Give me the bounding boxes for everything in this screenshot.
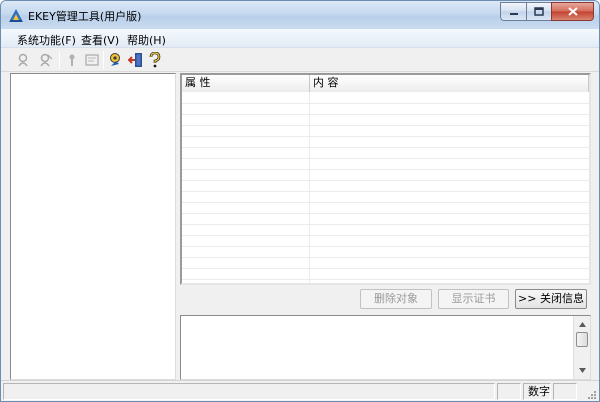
- arrow-down-icon: [578, 367, 586, 373]
- row-gridline: [182, 147, 589, 148]
- scroll-thumb[interactable]: [576, 332, 588, 347]
- status-bar: 数字: [1, 380, 599, 401]
- status-pane-extra: [553, 383, 577, 400]
- row-gridline: [182, 246, 589, 247]
- row-gridline: [182, 257, 589, 258]
- toolbar-separator: [103, 51, 104, 69]
- toolbar-help-button[interactable]: [146, 51, 164, 69]
- row-gridline: [182, 180, 589, 181]
- toolbar-key-user-remove-button[interactable]: [37, 51, 55, 69]
- scroll-up-button[interactable]: [574, 317, 590, 331]
- close-icon: [567, 7, 578, 16]
- toolbar-certificate-button[interactable]: [83, 51, 101, 69]
- row-gridline: [182, 213, 589, 214]
- action-bar: 删除对象 显示证书 >> 关闭信息: [180, 286, 591, 313]
- menu-system-functions[interactable]: 系统功能(F): [17, 32, 76, 48]
- key-user-remove-icon: [40, 53, 53, 67]
- toolbar-exit-button[interactable]: [127, 51, 145, 69]
- delete-object-button[interactable]: 删除对象: [360, 289, 432, 309]
- row-gridline: [182, 136, 589, 137]
- info-text-panel[interactable]: [180, 315, 591, 380]
- row-gridline: [182, 103, 589, 104]
- row-gridline: [182, 191, 589, 192]
- pin-icon: [69, 54, 75, 66]
- toolbar-separator: [59, 51, 60, 69]
- window-title: EKEY管理工具(用户版): [28, 10, 142, 23]
- device-tree-panel[interactable]: [10, 73, 176, 380]
- row-gridline: [182, 224, 589, 225]
- list-body: [182, 92, 589, 283]
- resize-grip-icon[interactable]: [585, 388, 597, 400]
- column-header-attribute[interactable]: 属 性: [182, 75, 310, 92]
- toolbar-key-user-button[interactable]: [15, 51, 33, 69]
- menu-view[interactable]: 查看(V): [81, 32, 119, 48]
- column-header-content[interactable]: 内 容: [310, 75, 589, 92]
- status-pane-indicator: [497, 383, 521, 400]
- title-bar[interactable]: EKEY管理工具(用户版): [1, 1, 599, 29]
- arrow-up-icon: [578, 321, 586, 327]
- menu-bar: 系统功能(F) 查看(V) 帮助(H): [1, 29, 599, 48]
- row-gridline: [182, 114, 589, 115]
- row-gridline: [182, 169, 589, 170]
- menu-help[interactable]: 帮助(H): [127, 32, 166, 48]
- close-info-button[interactable]: >> 关闭信息: [515, 289, 587, 309]
- column-gridline: [309, 92, 310, 283]
- toolbar-refresh-key-button[interactable]: [107, 51, 125, 69]
- close-button[interactable]: [551, 2, 594, 21]
- scroll-down-button[interactable]: [574, 363, 590, 377]
- refresh-key-icon: [110, 53, 120, 66]
- toolbar: [1, 48, 599, 72]
- status-pane-main: [3, 383, 495, 400]
- key-user-icon: [18, 53, 28, 67]
- row-gridline: [182, 202, 589, 203]
- certificate-icon: [85, 54, 99, 66]
- caption-buttons: [500, 2, 594, 21]
- row-gridline: [182, 279, 589, 280]
- maximize-button[interactable]: [526, 2, 551, 21]
- show-certificate-button[interactable]: 显示证书: [438, 289, 509, 309]
- info-scrollbar[interactable]: [573, 316, 590, 379]
- row-gridline: [182, 125, 589, 126]
- maximize-icon: [534, 7, 544, 16]
- property-list[interactable]: 属 性 内 容: [180, 73, 591, 285]
- minimize-button[interactable]: [500, 2, 526, 21]
- ekey-app-icon: [9, 9, 23, 22]
- row-gridline: [182, 268, 589, 269]
- status-pane-numlock: 数字: [523, 383, 551, 400]
- toolbar-pin-button[interactable]: [63, 51, 81, 69]
- row-gridline: [182, 158, 589, 159]
- app-window: EKEY管理工具(用户版) 系统功能(F) 查看(V) 帮助(H) 属 性 内 …: [0, 0, 600, 402]
- exit-door-icon: [128, 53, 142, 67]
- row-gridline: [182, 235, 589, 236]
- minimize-icon: [509, 12, 518, 15]
- help-question-icon: [149, 52, 161, 68]
- list-header: 属 性 内 容: [182, 75, 589, 92]
